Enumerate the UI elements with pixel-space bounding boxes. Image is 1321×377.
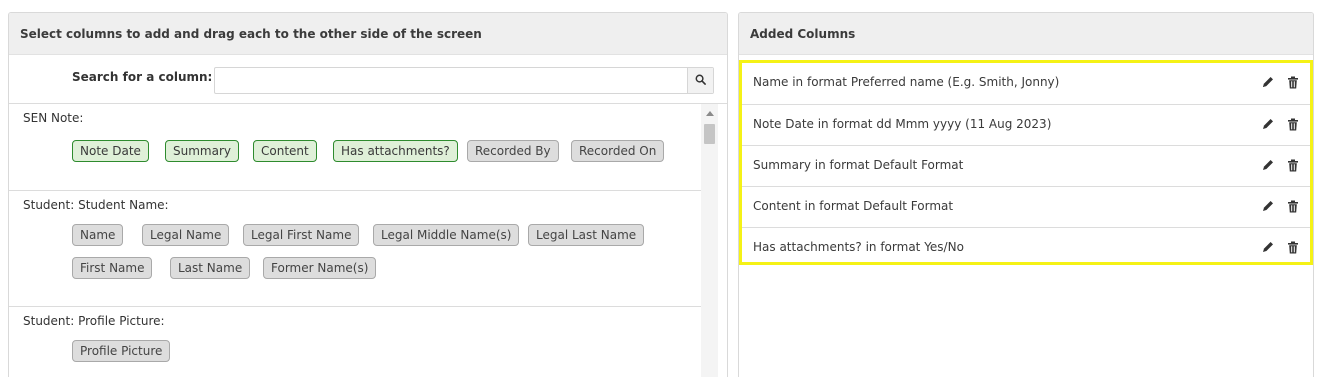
chip-label: Legal Last Name	[536, 228, 637, 242]
search-box	[214, 67, 714, 94]
pencil-icon[interactable]	[1260, 116, 1276, 132]
added-column-text: Content in format Default Format	[753, 199, 954, 213]
added-column-text: Has attachments? in format Yes/No	[753, 240, 964, 254]
column-chip-first-name[interactable]: First Name	[72, 257, 153, 279]
scroll-up-arrow-icon[interactable]	[701, 108, 718, 118]
trash-icon[interactable]	[1285, 74, 1301, 90]
chip-label: First Name	[80, 261, 145, 275]
column-chip-has-attachments[interactable]: Has attachments?	[333, 140, 458, 162]
added-columns-header: Added Columns	[739, 13, 1313, 55]
added-column-row[interactable]: Name in format Preferred name (E.g. Smit…	[742, 63, 1310, 104]
added-columns-panel: Added Columns Name in format Preferred n…	[738, 12, 1314, 377]
pencil-icon[interactable]	[1260, 198, 1276, 214]
available-columns-panel: Select columns to add and drag each to t…	[8, 12, 728, 377]
group-title: SEN Note:	[23, 111, 84, 125]
chip-label: Content	[261, 144, 309, 158]
column-chip-legal-middle-names[interactable]: Legal Middle Name(s)	[373, 224, 520, 246]
column-chip-content[interactable]: Content	[253, 140, 317, 162]
chip-label: Recorded By	[475, 144, 551, 158]
search-icon	[695, 74, 706, 88]
available-columns-header: Select columns to add and drag each to t…	[9, 13, 727, 55]
added-column-row[interactable]: Content in format Default Format	[742, 186, 1310, 227]
column-chip-note-date[interactable]: Note Date	[72, 140, 149, 162]
column-chip-former-names[interactable]: Former Name(s)	[263, 257, 377, 279]
trash-icon[interactable]	[1285, 116, 1301, 132]
chip-label: Recorded On	[579, 144, 657, 158]
search-input[interactable]	[215, 68, 689, 93]
chip-label: Summary	[173, 144, 231, 158]
trash-icon[interactable]	[1285, 239, 1301, 255]
trash-icon[interactable]	[1285, 157, 1301, 173]
search-button[interactable]	[687, 68, 713, 93]
chip-label: Name	[80, 228, 116, 242]
added-column-text: Note Date in format dd Mmm yyyy (11 Aug …	[753, 117, 1052, 131]
group-title: Student: Profile Picture:	[23, 314, 165, 328]
column-chip-legal-last-name[interactable]: Legal Last Name	[528, 224, 645, 246]
added-columns-list: Name in format Preferred name (E.g. Smit…	[739, 60, 1313, 265]
column-list-scrollbar[interactable]	[701, 104, 718, 377]
column-list: SEN Note: Note Date Summary Content Has …	[9, 104, 727, 377]
column-chip-recorded-by[interactable]: Recorded By	[467, 140, 559, 162]
search-label: Search for a column:	[72, 70, 213, 84]
chip-label: Former Name(s)	[271, 261, 369, 275]
chip-label: Has attachments?	[341, 144, 450, 158]
column-chip-legal-name[interactable]: Legal Name	[142, 224, 230, 246]
column-chip-legal-first-name[interactable]: Legal First Name	[243, 224, 360, 246]
column-group: Student: Student Name: Name Legal Name L…	[9, 190, 701, 306]
column-chip-name[interactable]: Name	[72, 224, 124, 246]
column-chip-profile-picture[interactable]: Profile Picture	[72, 340, 171, 362]
chip-label: Legal First Name	[251, 228, 352, 242]
search-row: Search for a column:	[9, 55, 727, 104]
added-column-row[interactable]: Note Date in format dd Mmm yyyy (11 Aug …	[742, 104, 1310, 145]
chip-label: Legal Name	[150, 228, 222, 242]
pencil-icon[interactable]	[1260, 157, 1276, 173]
added-column-row[interactable]: Has attachments? in format Yes/No	[742, 227, 1310, 268]
column-chip-summary[interactable]: Summary	[165, 140, 239, 162]
chip-label: Profile Picture	[80, 344, 163, 358]
added-column-text: Name in format Preferred name (E.g. Smit…	[753, 75, 1060, 89]
panel-title: Added Columns	[750, 26, 856, 41]
column-chip-recorded-on[interactable]: Recorded On	[571, 140, 665, 162]
chip-label: Note Date	[80, 144, 141, 158]
pencil-icon[interactable]	[1260, 74, 1276, 90]
chip-label: Last Name	[178, 261, 243, 275]
group-title: Student: Student Name:	[23, 198, 169, 212]
column-group: SEN Note: Note Date Summary Content Has …	[9, 104, 701, 190]
added-column-text: Summary in format Default Format	[753, 158, 964, 172]
trash-icon[interactable]	[1285, 198, 1301, 214]
chip-label: Legal Middle Name(s)	[381, 228, 512, 242]
pencil-icon[interactable]	[1260, 239, 1276, 255]
added-column-row[interactable]: Summary in format Default Format	[742, 145, 1310, 186]
scrollbar-thumb[interactable]	[704, 124, 715, 144]
column-chip-last-name[interactable]: Last Name	[170, 257, 251, 279]
panel-title: Select columns to add and drag each to t…	[20, 26, 482, 41]
column-group: Student: Profile Picture: Profile Pictur…	[9, 306, 701, 377]
